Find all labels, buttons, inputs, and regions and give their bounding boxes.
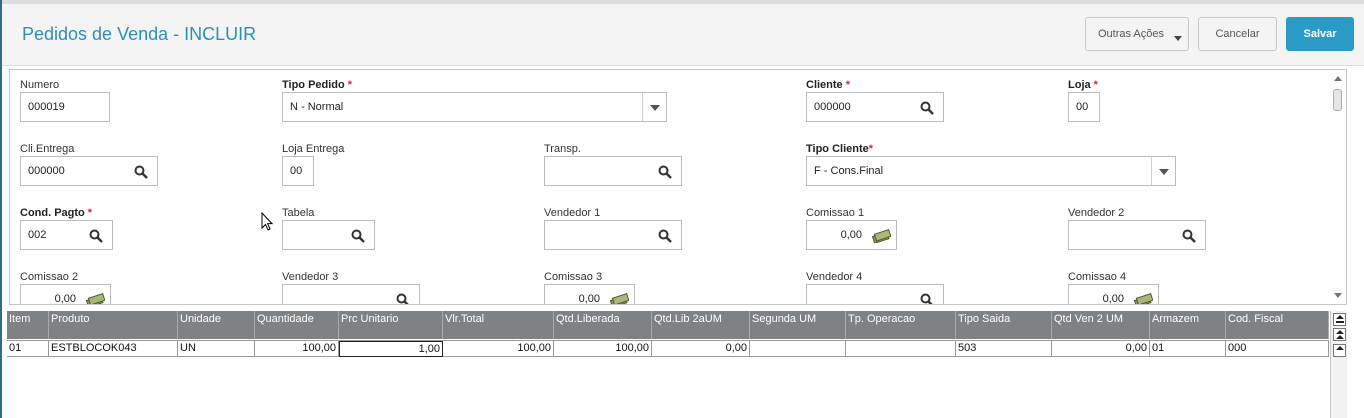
tabela-label: Tabela xyxy=(282,207,315,219)
grid-scrollbar[interactable] xyxy=(1330,311,1347,418)
table-cell[interactable]: UN xyxy=(178,341,255,357)
money-icon[interactable] xyxy=(85,293,106,304)
money-icon[interactable] xyxy=(609,293,630,304)
table-cell[interactable]: 01 xyxy=(1150,341,1226,357)
vendedor4-input[interactable] xyxy=(806,284,944,304)
column-header[interactable]: Qtd Ven 2 UM xyxy=(1052,311,1150,339)
column-header[interactable]: Cod. Fiscal xyxy=(1226,311,1329,339)
chevron-down-icon xyxy=(1174,36,1182,41)
cancel-button[interactable]: Cancelar xyxy=(1198,17,1277,51)
comissao1-label: Comissao 1 xyxy=(806,207,865,219)
save-button[interactable]: Salvar xyxy=(1286,17,1354,51)
column-header[interactable]: Qtd.Liberada xyxy=(554,311,652,339)
scroll-up-icon[interactable] xyxy=(1333,344,1346,357)
table-cell[interactable]: 1,00 xyxy=(339,341,443,357)
cli-entrega-input[interactable]: 000000 xyxy=(20,156,158,186)
items-grid: Item Produto Unidade Quantidade Prc Unitario… xyxy=(7,311,1347,418)
loja-label: Loja * xyxy=(1068,79,1098,91)
table-cell[interactable]: 100,00 xyxy=(443,341,554,357)
more-actions-button[interactable]: Outras Ações xyxy=(1085,17,1189,51)
money-icon[interactable] xyxy=(871,229,892,244)
search-icon[interactable] xyxy=(89,229,103,243)
table-cell[interactable]: 000 xyxy=(1226,341,1329,357)
cond-pagto-input[interactable]: 002 xyxy=(20,220,113,250)
loja-entrega-label: Loja Entrega xyxy=(282,143,345,155)
more-actions-label: Outras Ações xyxy=(1097,28,1165,40)
scroll-top-icon[interactable] xyxy=(1333,313,1346,326)
page-header: Pedidos de Venda - INCLUIR Outras Ações … xyxy=(2,4,1364,66)
search-icon[interactable] xyxy=(658,165,672,179)
column-header[interactable]: Quantidade xyxy=(255,311,339,339)
table-cell[interactable]: 01 xyxy=(7,341,49,357)
vendedor2-input[interactable] xyxy=(1068,220,1206,250)
dropdown-arrow-icon[interactable] xyxy=(1151,157,1175,185)
vendedor2-label: Vendedor 2 xyxy=(1068,207,1125,219)
loja-input[interactable]: 00 xyxy=(1068,92,1100,122)
search-icon[interactable] xyxy=(134,165,148,179)
cond-pagto-label: Cond. Pagto * xyxy=(20,207,93,219)
tipo-cliente-label: Tipo Cliente* xyxy=(806,143,874,155)
vendedor1-input[interactable] xyxy=(544,220,682,250)
order-form: Numero 000019 Tipo Pedido * N - Normal Cl… xyxy=(9,69,1347,305)
column-header[interactable]: Produto xyxy=(49,311,178,339)
search-icon[interactable] xyxy=(920,293,934,304)
vendedor4-label: Vendedor 4 xyxy=(806,271,863,283)
search-icon[interactable] xyxy=(1182,229,1196,243)
column-header[interactable]: Segunda UM xyxy=(750,311,846,339)
column-header[interactable]: Tp. Operacao xyxy=(846,311,956,339)
transp-input[interactable] xyxy=(544,156,682,186)
search-icon[interactable] xyxy=(351,229,365,243)
cliente-input[interactable]: 000000 xyxy=(806,92,944,122)
tipo-pedido-label: Tipo Pedido * xyxy=(282,79,353,91)
scroll-up-icon[interactable] xyxy=(1334,76,1342,81)
table-cell[interactable]: ESTBLOCOK043 xyxy=(49,341,178,357)
comissao2-label: Comissao 2 xyxy=(20,271,79,283)
table-cell[interactable]: 100,00 xyxy=(255,341,339,357)
scroll-down-icon[interactable] xyxy=(1334,293,1342,298)
table-cell[interactable]: 0,00 xyxy=(1052,341,1150,357)
transp-label: Transp. xyxy=(544,143,581,155)
column-header[interactable]: Prc Unitario xyxy=(339,311,443,339)
column-header[interactable]: Qtd.Lib 2aUM xyxy=(652,311,750,339)
column-header[interactable]: Armazem xyxy=(1150,311,1226,339)
search-icon[interactable] xyxy=(658,229,672,243)
page-up-icon[interactable] xyxy=(1333,328,1346,341)
column-header[interactable]: Unidade xyxy=(178,311,255,339)
vendedor3-input[interactable] xyxy=(282,284,420,304)
table-cell[interactable]: 0,00 xyxy=(652,341,750,357)
vendedor3-label: Vendedor 3 xyxy=(282,271,339,283)
form-scrollbar[interactable] xyxy=(1330,70,1346,304)
table-cell[interactable]: 100,00 xyxy=(554,341,652,357)
cliente-label: Cliente * xyxy=(806,79,850,91)
page-title: Pedidos de Venda - INCLUIR xyxy=(22,24,257,44)
grid-header: Item Produto Unidade Quantidade Prc Unitario… xyxy=(7,311,1329,339)
table-cell[interactable]: 503 xyxy=(956,341,1052,357)
mouse-pointer-icon xyxy=(261,212,273,231)
comissao2-input[interactable]: 0,00 xyxy=(20,284,111,304)
tipo-pedido-select[interactable]: N - Normal xyxy=(282,92,667,122)
column-header[interactable]: Tipo Saida xyxy=(956,311,1052,339)
comissao1-input[interactable]: 0,00 xyxy=(806,220,897,250)
table-cell[interactable] xyxy=(846,341,956,357)
numero-label: Numero xyxy=(20,79,60,91)
money-icon[interactable] xyxy=(1133,293,1154,304)
column-header[interactable]: Item xyxy=(7,311,49,339)
table-cell[interactable] xyxy=(750,341,846,357)
loja-entrega-input[interactable]: 00 xyxy=(282,156,314,186)
search-icon[interactable] xyxy=(920,101,934,115)
tabela-input[interactable] xyxy=(282,220,375,250)
tipo-cliente-select[interactable]: F - Cons.Final xyxy=(806,156,1176,186)
comissao3-input[interactable]: 0,00 xyxy=(544,284,635,304)
comissao3-label: Comissao 3 xyxy=(544,271,603,283)
comissao4-input[interactable]: 0,00 xyxy=(1068,284,1159,304)
search-icon[interactable] xyxy=(396,293,410,304)
cli-entrega-label: Cli.Entrega xyxy=(20,143,75,155)
scroll-thumb[interactable] xyxy=(1333,89,1342,111)
dropdown-arrow-icon[interactable] xyxy=(642,93,666,121)
numero-input[interactable]: 000019 xyxy=(20,92,110,122)
table-row[interactable]: 01 ESTBLOCOK043 UN 100,00 1,00 100,00 100,00 0,… xyxy=(7,340,1329,357)
column-header[interactable]: Vlr.Total xyxy=(443,311,554,339)
comissao4-label: Comissao 4 xyxy=(1068,271,1127,283)
vendedor1-label: Vendedor 1 xyxy=(544,207,601,219)
